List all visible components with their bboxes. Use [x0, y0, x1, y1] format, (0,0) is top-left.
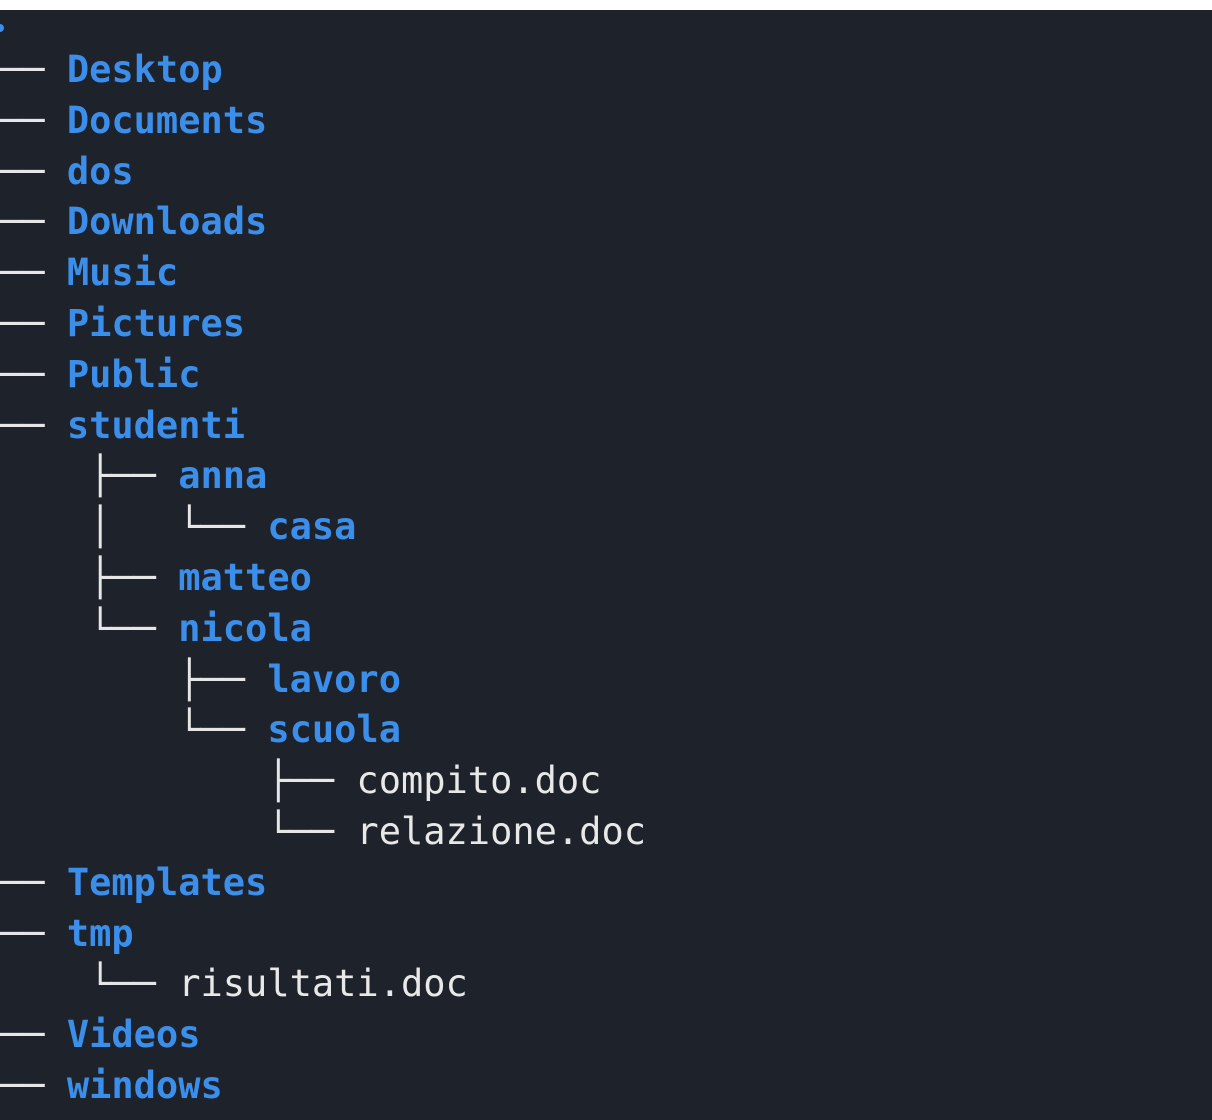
tree-branch: ── [0, 98, 67, 142]
tree-branch: ├── [0, 759, 357, 803]
tree-branch: ── [0, 48, 67, 91]
tree-branch: ── [0, 200, 67, 244]
tree-item-pictures: ── Pictures [0, 299, 646, 350]
directory-name: dos [66, 149, 134, 193]
directory-name: Music [66, 251, 179, 295]
tree-item-studenti: ── studenti [0, 401, 646, 452]
tree-branch: │ └── [0, 505, 268, 549]
tree-item-music: ── Music [0, 248, 646, 299]
tree-item-desktop: ── Desktop [0, 45, 646, 96]
tree-branch: └── [0, 962, 179, 1006]
directory-name: Downloads [66, 200, 268, 244]
tree-branch: ── [0, 1013, 67, 1057]
file-name: compito.doc [356, 759, 602, 803]
tree-branch: └── [0, 606, 179, 650]
tree-branch: ── [0, 911, 67, 955]
directory-name: tmp [66, 911, 134, 955]
terminal-window[interactable]: ── Desktop ── Documents ── dos ── Downlo… [0, 10, 1212, 1120]
directory-name: Desktop [66, 48, 223, 91]
tree-item-lavoro: ├── lavoro [0, 655, 646, 706]
directory-name: nicola [178, 606, 312, 650]
tree-branch: ── [0, 403, 67, 447]
tree-branch: ├── [0, 657, 268, 701]
tree-branch: ── [0, 251, 67, 295]
directory-name: studenti [66, 403, 246, 447]
tree-branch: └── [0, 809, 357, 853]
directory-name: Pictures [66, 301, 246, 345]
file-name: risultati.doc [178, 962, 468, 1006]
tree-item-risultati: └── risultati.doc [0, 959, 646, 1010]
tree-item-nicola: └── nicola [0, 604, 646, 655]
tree-item-scuola: └── scuola [0, 705, 646, 756]
tree-item-windows: ── windows [0, 1061, 646, 1112]
directory-name: Public [66, 352, 201, 396]
tree-branch: └── [0, 708, 268, 752]
tree-item-anna: ├── anna [0, 451, 646, 502]
file-name: relazione.doc [356, 809, 647, 853]
directory-tree: ── Desktop ── Documents ── dos ── Downlo… [0, 45, 646, 1112]
tree-item-videos: ── Videos [0, 1010, 646, 1061]
tree-item-public: ── Public [0, 350, 646, 401]
directory-name: scuola [267, 708, 401, 752]
tree-item-casa: │ └── casa [0, 502, 646, 553]
root-dot-icon [0, 24, 4, 32]
tree-item-compito: ├── compito.doc [0, 756, 646, 807]
tree-item-relazione: └── relazione.doc [0, 807, 646, 858]
tree-branch: ── [0, 149, 67, 193]
directory-name: Templates [66, 860, 268, 904]
directory-name: windows [66, 1063, 223, 1107]
tree-item-tmp: ── tmp [0, 909, 646, 960]
tree-item-dos: ── dos [0, 147, 646, 198]
directory-name: casa [267, 505, 357, 549]
tree-item-templates: ── Templates [0, 858, 646, 909]
tree-branch: ── [0, 352, 67, 396]
directory-name: anna [178, 454, 268, 498]
tree-branch: ├── [0, 555, 179, 599]
tree-item-matteo: ├── matteo [0, 553, 646, 604]
tree-item-documents: ── Documents [0, 96, 646, 147]
directory-name: Documents [66, 98, 268, 142]
directory-name: matteo [178, 555, 312, 599]
tree-branch: ── [0, 301, 67, 345]
directory-name: lavoro [267, 657, 401, 701]
directory-name: Videos [66, 1013, 201, 1057]
tree-branch: ── [0, 1063, 67, 1107]
tree-branch: ├── [0, 454, 179, 498]
tree-item-downloads: ── Downloads [0, 197, 646, 248]
tree-branch: ── [0, 860, 67, 904]
